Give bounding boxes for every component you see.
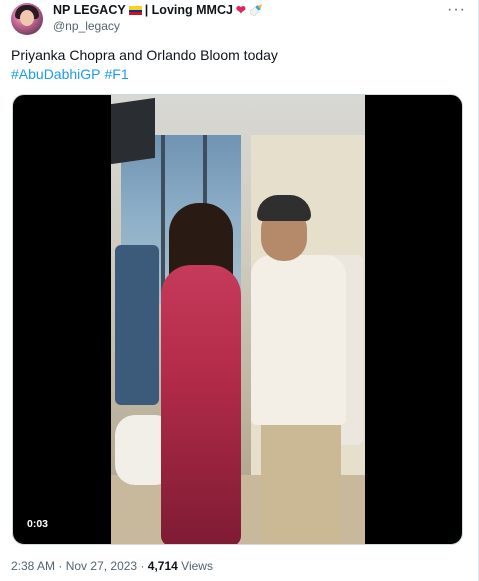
background-person	[115, 245, 159, 405]
hashtag-row: #AbuDabhiGP #F1	[11, 65, 461, 84]
video-duration: 0:03	[27, 518, 49, 530]
meta-separator: ·	[140, 559, 145, 573]
avatar-face	[20, 10, 34, 26]
heart-icon: ❤	[235, 3, 246, 17]
hashtag-link[interactable]: #AbuDabhiGP	[11, 66, 101, 82]
man-cap	[257, 195, 311, 221]
hashtag-link[interactable]: #F1	[105, 66, 129, 82]
more-horizontal-icon[interactable]: ···	[447, 1, 465, 19]
tweet-meta: 2:38 AM · Nov 27, 2023 · 4,714 Views	[11, 559, 213, 573]
views-label: Views	[181, 559, 213, 573]
woman-dress	[161, 265, 241, 544]
tweet-body: Priyanka Chopra and Orlando Bloom today	[11, 47, 278, 63]
tweet-card[interactable]: NP LEGACY | Loving MMCJ ❤ 🍼 @np_legacy ·…	[0, 0, 479, 581]
video-player[interactable]: 0:03	[12, 94, 463, 545]
author-name-suffix: | Loving MMCJ	[144, 3, 233, 17]
video-frame	[111, 95, 365, 544]
views-count: 4,714	[147, 559, 178, 573]
tweet-date[interactable]: Nov 27, 2023	[66, 559, 137, 573]
avatar[interactable]	[11, 3, 43, 35]
tweet-text: Priyanka Chopra and Orlando Bloom today …	[11, 46, 461, 84]
author-handle[interactable]: @np_legacy	[53, 19, 120, 33]
wall-tv	[111, 97, 155, 165]
author-name[interactable]: NP LEGACY	[53, 3, 126, 17]
man-pants	[261, 420, 341, 544]
tweet-time[interactable]: 2:38 AM	[11, 559, 55, 573]
meta-separator: ·	[58, 559, 63, 573]
author-name-row[interactable]: NP LEGACY | Loving MMCJ ❤ 🍼	[53, 3, 263, 17]
baby-bottle-icon: 🍼	[248, 4, 263, 17]
colombia-flag-icon	[128, 5, 142, 15]
man-shirt	[251, 255, 346, 425]
